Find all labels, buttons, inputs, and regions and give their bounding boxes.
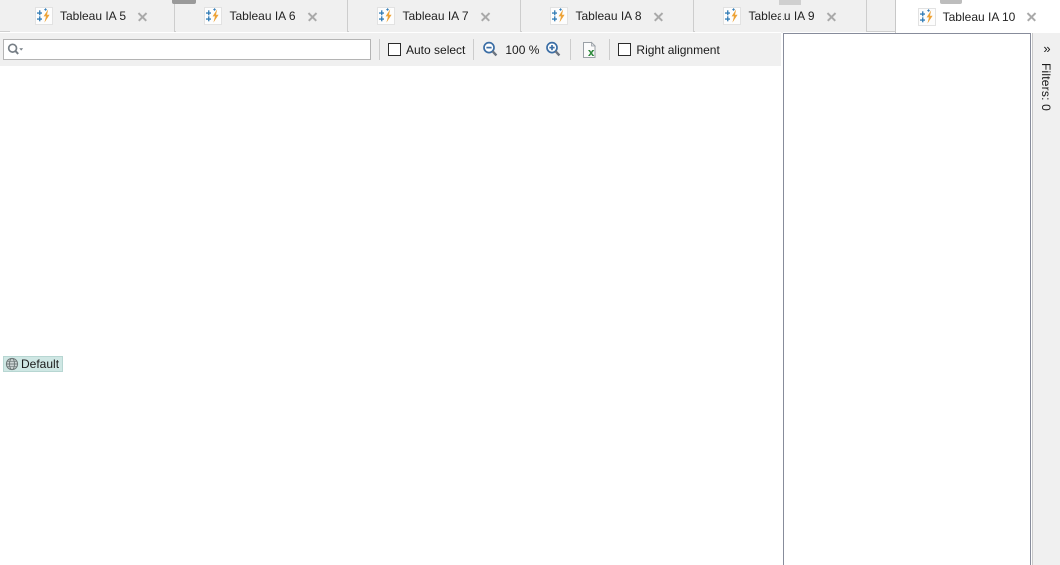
- filters-collapsed-bar[interactable]: » Filters: 0: [1032, 33, 1060, 565]
- application-window: Tableau IA 5 Tableau IA 6 Tableau IA 7 T…: [0, 0, 1060, 565]
- close-icon[interactable]: [1025, 10, 1038, 23]
- tab-label: Tableau IA 7: [402, 9, 469, 23]
- tab-label: Tableau IA 6: [229, 9, 296, 23]
- export-excel-icon[interactable]: [579, 39, 601, 60]
- close-icon[interactable]: [825, 10, 838, 23]
- right-alignment-checkbox-group[interactable]: Right alignment: [618, 42, 720, 57]
- document-tab-bar: Tableau IA 5 Tableau IA 6 Tableau IA 7 T…: [0, 0, 1060, 33]
- chevron-double-right-icon[interactable]: »: [1039, 42, 1055, 56]
- auto-select-checkbox[interactable]: [388, 43, 401, 56]
- globe-icon: [5, 357, 19, 371]
- zoom-level-value: 100 %: [505, 42, 540, 57]
- filters-label: Filters: 0: [1039, 63, 1053, 112]
- tableau-sparkle-bolt-icon: [917, 7, 936, 26]
- tab-label: Tableau IA 10: [942, 9, 1016, 24]
- tableau-sparkle-bolt-icon: [723, 7, 742, 25]
- main-toolbar: Auto select 100 % Right alignment: [0, 33, 781, 66]
- close-icon[interactable]: [306, 10, 319, 23]
- tab-tableau-ia-8[interactable]: Tableau IA 8: [522, 0, 694, 32]
- search-dropdown-icon[interactable]: [4, 40, 26, 59]
- right-alignment-label: Right alignment: [636, 42, 720, 57]
- tab-scroll-nub-left[interactable]: [172, 0, 196, 4]
- toolbar-separator-4: [609, 39, 611, 60]
- tab-overflow-marker: [779, 0, 801, 5]
- tab-tableau-ia-6[interactable]: Tableau IA 6: [176, 0, 348, 32]
- toolbar-separator-2: [473, 39, 475, 60]
- zoom-out-icon[interactable]: [482, 41, 499, 58]
- tab-tableau-ia-5[interactable]: Tableau IA 5: [10, 0, 175, 32]
- tree-item-label: Default: [21, 357, 60, 371]
- tab-label: Tableau IA 8: [575, 9, 642, 23]
- close-icon[interactable]: [652, 10, 665, 23]
- zoom-controls: 100 %: [482, 41, 562, 58]
- tableau-sparkle-bolt-icon: [34, 7, 53, 25]
- toolbar-separator-3: [570, 39, 572, 60]
- tab-tableau-ia-7[interactable]: Tableau IA 7: [349, 0, 521, 32]
- right-alignment-checkbox[interactable]: [618, 43, 632, 56]
- tab-label: Tableau IA 5: [59, 9, 127, 23]
- tableau-sparkle-bolt-icon: [550, 7, 569, 25]
- close-icon[interactable]: [479, 10, 492, 23]
- tree-content-area[interactable]: Default: [0, 66, 781, 565]
- tableau-sparkle-bolt-icon: [204, 7, 223, 25]
- auto-select-checkbox-group[interactable]: Auto select: [388, 43, 465, 57]
- zoom-in-icon[interactable]: [545, 41, 562, 58]
- auto-select-label: Auto select: [406, 42, 466, 57]
- search-input[interactable]: [26, 41, 356, 58]
- toolbar-separator-1: [379, 39, 380, 60]
- close-icon[interactable]: [136, 10, 149, 23]
- detail-panel[interactable]: [783, 33, 1031, 565]
- tab-tableau-ia-10[interactable]: Tableau IA 10: [895, 0, 1060, 33]
- search-box[interactable]: [3, 39, 371, 60]
- tree-item-default[interactable]: Default: [3, 356, 64, 372]
- tableau-sparkle-bolt-icon: [377, 7, 396, 25]
- tab-scroll-nub-right[interactable]: [940, 0, 962, 4]
